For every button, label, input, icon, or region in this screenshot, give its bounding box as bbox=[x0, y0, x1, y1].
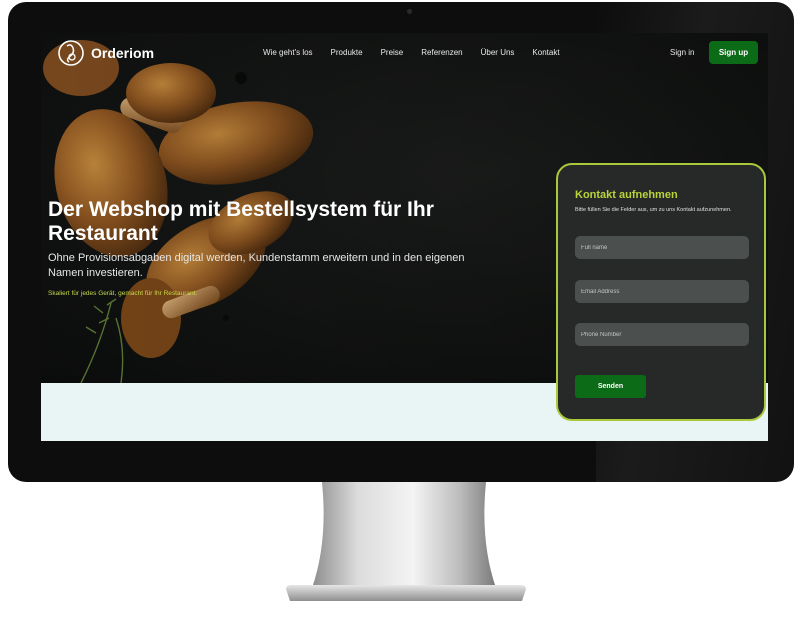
contact-form-card: Kontakt aufnehmen Bitte füllen Sie die F… bbox=[556, 163, 766, 421]
nav-link-contact[interactable]: Kontakt bbox=[532, 48, 559, 57]
nav-link-products[interactable]: Produkte bbox=[331, 48, 363, 57]
monitor-stand-base bbox=[286, 585, 526, 601]
email-input[interactable] bbox=[575, 280, 749, 303]
brand-name[interactable]: Orderiom bbox=[91, 45, 154, 61]
hero-subtitle: Ohne Provisionsabgaben digital werden, K… bbox=[48, 252, 465, 279]
nav-link-how-it-works[interactable]: Wie geht's los bbox=[263, 48, 313, 57]
nav-links: Wie geht's los Produkte Preise Referenze… bbox=[263, 48, 578, 57]
webcam-dot bbox=[407, 9, 412, 14]
sign-up-button[interactable]: Sign up bbox=[709, 41, 758, 64]
sign-in-link[interactable]: Sign in bbox=[670, 48, 694, 57]
send-button[interactable]: Senden bbox=[575, 375, 646, 398]
phone-input[interactable] bbox=[575, 323, 749, 346]
nav-link-references[interactable]: Referenzen bbox=[421, 48, 462, 57]
orderiom-logo-icon[interactable] bbox=[57, 39, 85, 67]
full-name-input[interactable] bbox=[575, 236, 749, 259]
monitor-stand-neck bbox=[312, 482, 496, 588]
contact-form-title: Kontakt aufnehmen bbox=[575, 189, 678, 201]
nav-link-prices[interactable]: Preise bbox=[381, 48, 404, 57]
top-navigation: Orderiom Wie geht's los Produkte Preise … bbox=[41, 33, 768, 75]
hero-title: Der Webshop mit Bestellsystem für Ihr Re… bbox=[48, 198, 434, 245]
nav-link-about[interactable]: Über Uns bbox=[481, 48, 515, 57]
hero-tagline: Skaliert für jedes Gerät, gemacht für Ih… bbox=[48, 290, 198, 297]
contact-form-description: Bitte füllen Sie die Felder aus, um zu u… bbox=[575, 207, 732, 213]
